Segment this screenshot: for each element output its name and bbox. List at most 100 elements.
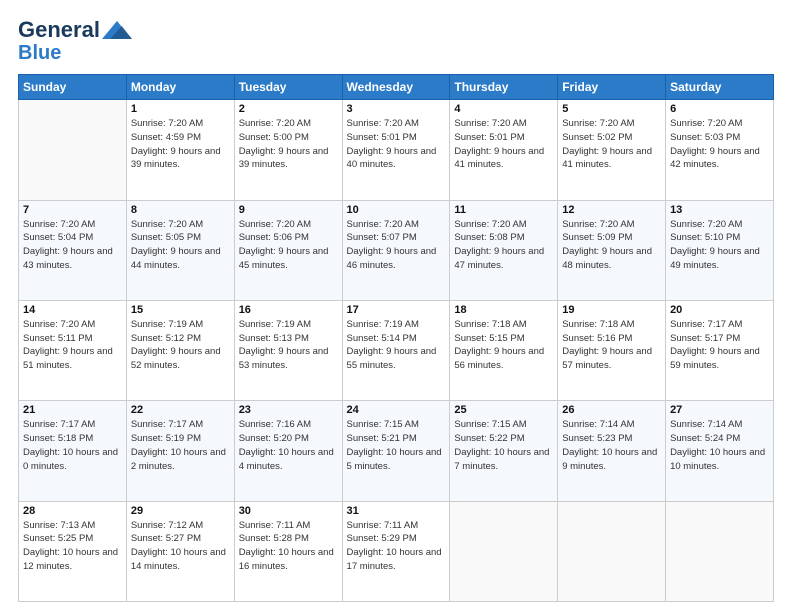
- day-number: 18: [454, 304, 553, 316]
- day-cell: 29 Sunrise: 7:12 AMSunset: 5:27 PMDayligh…: [126, 501, 234, 601]
- day-number: 3: [347, 103, 446, 115]
- day-cell: 30 Sunrise: 7:11 AMSunset: 5:28 PMDayligh…: [234, 501, 342, 601]
- header: General Blue: [18, 18, 774, 64]
- day-number: 15: [131, 304, 230, 316]
- day-info: Sunrise: 7:13 AMSunset: 5:25 PMDaylight:…: [23, 519, 122, 574]
- day-cell: 6Sunrise: 7:20 AMSunset: 5:03 PMDaylight…: [666, 100, 774, 200]
- day-info: Sunrise: 7:20 AMSunset: 5:04 PMDaylight:…: [23, 218, 122, 273]
- day-number: 4: [454, 103, 553, 115]
- day-info: Sunrise: 7:17 AMSunset: 5:17 PMDaylight:…: [670, 318, 769, 373]
- day-info: Sunrise: 7:14 AMSunset: 5:23 PMDaylight:…: [562, 418, 661, 473]
- weekday-header-thursday: Thursday: [450, 75, 558, 100]
- weekday-header-tuesday: Tuesday: [234, 75, 342, 100]
- day-cell: 15 Sunrise: 7:19 AMSunset: 5:12 PMDayligh…: [126, 300, 234, 400]
- day-cell: 24Sunrise: 7:15 AMSunset: 5:21 PMDayligh…: [342, 401, 450, 501]
- day-info: Sunrise: 7:20 AMSunset: 5:08 PMDaylight:…: [454, 218, 553, 273]
- day-cell: 9Sunrise: 7:20 AMSunset: 5:06 PMDaylight…: [234, 200, 342, 300]
- day-info: Sunrise: 7:20 AMSunset: 5:07 PMDaylight:…: [347, 218, 446, 273]
- day-number: 7: [23, 204, 122, 216]
- day-number: 22: [131, 404, 230, 416]
- day-info: Sunrise: 7:20 AMSunset: 5:05 PMDaylight:…: [131, 218, 230, 273]
- day-number: 28: [23, 505, 122, 517]
- logo-blue: Blue: [18, 42, 61, 64]
- day-cell: 26 Sunrise: 7:14 AMSunset: 5:23 PMDayligh…: [558, 401, 666, 501]
- logo-general: General: [18, 18, 100, 42]
- day-number: 16: [239, 304, 338, 316]
- day-info: Sunrise: 7:14 AMSunset: 5:24 PMDaylight:…: [670, 418, 769, 473]
- day-cell: 11 Sunrise: 7:20 AMSunset: 5:08 PMDayligh…: [450, 200, 558, 300]
- day-number: 12: [562, 204, 661, 216]
- day-cell: 3 Sunrise: 7:20 AMSunset: 5:01 PMDaylight…: [342, 100, 450, 200]
- day-info: Sunrise: 7:15 AMSunset: 5:22 PMDaylight:…: [454, 418, 553, 473]
- day-cell: 5Sunrise: 7:20 AMSunset: 5:02 PMDaylight…: [558, 100, 666, 200]
- day-info: Sunrise: 7:20 AMSunset: 5:01 PMDaylight:…: [347, 117, 446, 172]
- day-cell: 21 Sunrise: 7:17 AMSunset: 5:18 PMDayligh…: [19, 401, 127, 501]
- day-info: Sunrise: 7:20 AMSunset: 5:01 PMDaylight:…: [454, 117, 553, 172]
- day-cell: 10 Sunrise: 7:20 AMSunset: 5:07 PMDayligh…: [342, 200, 450, 300]
- calendar-table: SundayMondayTuesdayWednesdayThursdayFrid…: [18, 74, 774, 602]
- day-cell: 1 Sunrise: 7:20 AMSunset: 4:59 PMDaylight…: [126, 100, 234, 200]
- day-number: 23: [239, 404, 338, 416]
- day-number: 13: [670, 204, 769, 216]
- day-info: Sunrise: 7:20 AMSunset: 5:00 PMDaylight:…: [239, 117, 338, 172]
- page: General Blue SundayMondayTuesdayWednesda…: [0, 0, 792, 612]
- day-cell: 23Sunrise: 7:16 AMSunset: 5:20 PMDayligh…: [234, 401, 342, 501]
- day-info: Sunrise: 7:12 AMSunset: 5:27 PMDaylight:…: [131, 519, 230, 574]
- day-number: 11: [454, 204, 553, 216]
- day-info: Sunrise: 7:15 AMSunset: 5:21 PMDaylight:…: [347, 418, 446, 473]
- weekday-header-monday: Monday: [126, 75, 234, 100]
- day-number: 21: [23, 404, 122, 416]
- weekday-header-saturday: Saturday: [666, 75, 774, 100]
- day-info: Sunrise: 7:18 AMSunset: 5:15 PMDaylight:…: [454, 318, 553, 373]
- day-cell: 18 Sunrise: 7:18 AMSunset: 5:15 PMDayligh…: [450, 300, 558, 400]
- day-number: 20: [670, 304, 769, 316]
- day-cell: 27Sunrise: 7:14 AMSunset: 5:24 PMDayligh…: [666, 401, 774, 501]
- day-info: Sunrise: 7:20 AMSunset: 5:03 PMDaylight:…: [670, 117, 769, 172]
- day-cell: 17 Sunrise: 7:19 AMSunset: 5:14 PMDayligh…: [342, 300, 450, 400]
- day-number: 1: [131, 103, 230, 115]
- day-info: Sunrise: 7:11 AMSunset: 5:28 PMDaylight:…: [239, 519, 338, 574]
- day-cell: 20 Sunrise: 7:17 AMSunset: 5:17 PMDayligh…: [666, 300, 774, 400]
- day-number: 31: [347, 505, 446, 517]
- day-info: Sunrise: 7:20 AMSunset: 5:06 PMDaylight:…: [239, 218, 338, 273]
- day-number: 30: [239, 505, 338, 517]
- day-number: 25: [454, 404, 553, 416]
- day-info: Sunrise: 7:20 AMSunset: 4:59 PMDaylight:…: [131, 117, 230, 172]
- day-info: Sunrise: 7:19 AMSunset: 5:12 PMDaylight:…: [131, 318, 230, 373]
- day-number: 8: [131, 204, 230, 216]
- day-number: 19: [562, 304, 661, 316]
- day-cell: [666, 501, 774, 601]
- day-cell: [19, 100, 127, 200]
- day-cell: 8 Sunrise: 7:20 AMSunset: 5:05 PMDaylight…: [126, 200, 234, 300]
- logo: General Blue: [18, 18, 132, 64]
- day-info: Sunrise: 7:19 AMSunset: 5:13 PMDaylight:…: [239, 318, 338, 373]
- day-cell: 31Sunrise: 7:11 AMSunset: 5:29 PMDayligh…: [342, 501, 450, 601]
- day-number: 2: [239, 103, 338, 115]
- day-cell: [450, 501, 558, 601]
- day-cell: 22 Sunrise: 7:17 AMSunset: 5:19 PMDayligh…: [126, 401, 234, 501]
- day-number: 29: [131, 505, 230, 517]
- week-row-1: 1 Sunrise: 7:20 AMSunset: 4:59 PMDaylight…: [19, 100, 774, 200]
- weekday-header-row: SundayMondayTuesdayWednesdayThursdayFrid…: [19, 75, 774, 100]
- week-row-4: 21 Sunrise: 7:17 AMSunset: 5:18 PMDayligh…: [19, 401, 774, 501]
- day-cell: [558, 501, 666, 601]
- day-info: Sunrise: 7:17 AMSunset: 5:19 PMDaylight:…: [131, 418, 230, 473]
- day-cell: 16 Sunrise: 7:19 AMSunset: 5:13 PMDayligh…: [234, 300, 342, 400]
- day-cell: 25 Sunrise: 7:15 AMSunset: 5:22 PMDayligh…: [450, 401, 558, 501]
- day-number: 17: [347, 304, 446, 316]
- day-number: 26: [562, 404, 661, 416]
- day-cell: 19 Sunrise: 7:18 AMSunset: 5:16 PMDayligh…: [558, 300, 666, 400]
- day-number: 10: [347, 204, 446, 216]
- day-info: Sunrise: 7:17 AMSunset: 5:18 PMDaylight:…: [23, 418, 122, 473]
- week-row-2: 7 Sunrise: 7:20 AMSunset: 5:04 PMDaylight…: [19, 200, 774, 300]
- day-info: Sunrise: 7:20 AMSunset: 5:09 PMDaylight:…: [562, 218, 661, 273]
- day-info: Sunrise: 7:20 AMSunset: 5:02 PMDaylight:…: [562, 117, 661, 172]
- day-info: Sunrise: 7:18 AMSunset: 5:16 PMDaylight:…: [562, 318, 661, 373]
- day-cell: 2 Sunrise: 7:20 AMSunset: 5:00 PMDaylight…: [234, 100, 342, 200]
- day-number: 14: [23, 304, 122, 316]
- day-info: Sunrise: 7:19 AMSunset: 5:14 PMDaylight:…: [347, 318, 446, 373]
- day-cell: 12 Sunrise: 7:20 AMSunset: 5:09 PMDayligh…: [558, 200, 666, 300]
- day-cell: 14 Sunrise: 7:20 AMSunset: 5:11 PMDayligh…: [19, 300, 127, 400]
- day-info: Sunrise: 7:20 AMSunset: 5:10 PMDaylight:…: [670, 218, 769, 273]
- day-info: Sunrise: 7:20 AMSunset: 5:11 PMDaylight:…: [23, 318, 122, 373]
